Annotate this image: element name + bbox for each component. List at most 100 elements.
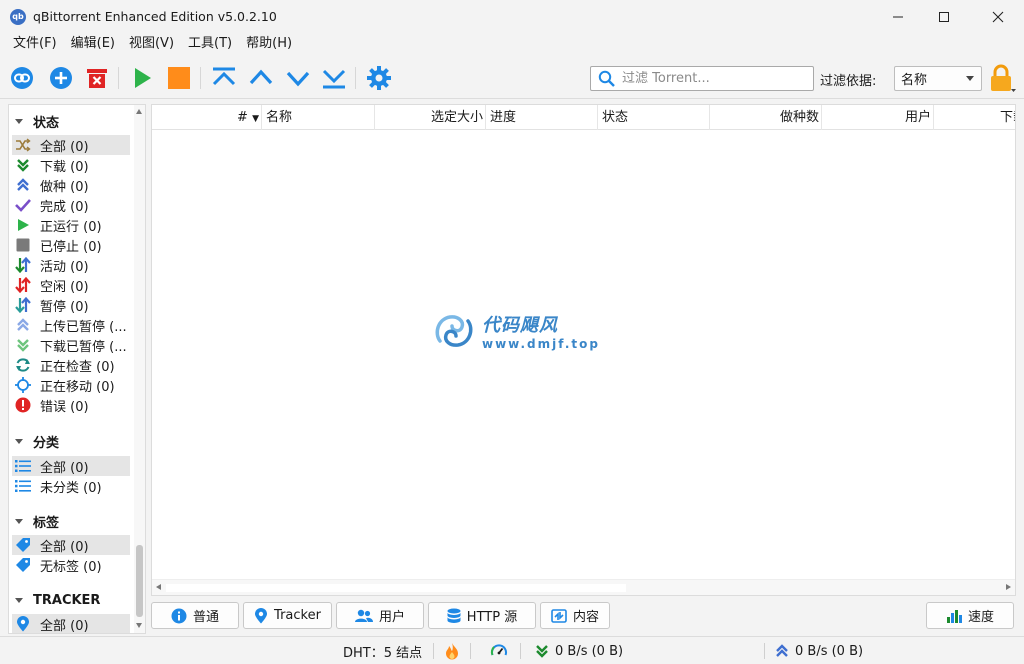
category-section-header[interactable]: 分类 bbox=[9, 431, 59, 451]
location-pin-icon bbox=[254, 607, 268, 624]
menu-file[interactable]: 文件(F) bbox=[6, 33, 64, 55]
options-button[interactable] bbox=[365, 64, 393, 92]
category-filter-all[interactable]: 全部 (0) bbox=[12, 456, 130, 476]
status-filter-upload-paused[interactable]: 上传已暂停 (... bbox=[12, 315, 130, 335]
status-filter-errored[interactable]: 错误 (0) bbox=[12, 395, 130, 415]
tracker-section-header[interactable]: TRACKER bbox=[9, 590, 100, 610]
move-up-button[interactable] bbox=[247, 64, 275, 92]
tag-filter-untagged[interactable]: 无标签 (0) bbox=[12, 555, 130, 575]
speed-limit-toggle-button[interactable] bbox=[490, 637, 508, 664]
tag-filter-all[interactable]: 全部 (0) bbox=[12, 535, 130, 555]
download-speed-status[interactable]: 0 B/s (0 B) bbox=[535, 637, 623, 664]
users-icon bbox=[354, 609, 373, 623]
torrent-table[interactable]: # ▼ 名称 选定大小 进度 状态 做种数 用户 下载 代码飓风 www.dmj… bbox=[151, 104, 1016, 596]
filter-select-value: 名称 bbox=[901, 73, 928, 88]
tab-http-sources[interactable]: HTTP 源 bbox=[428, 602, 536, 629]
status-filter-seeding[interactable]: 做种 (0) bbox=[12, 175, 130, 195]
menu-tools[interactable]: 工具(T) bbox=[181, 33, 239, 55]
watermark-title: 代码飓风 bbox=[482, 315, 558, 336]
close-icon bbox=[992, 11, 1004, 22]
move-down-button[interactable] bbox=[284, 64, 312, 92]
column-header-selected-size[interactable]: 选定大小 bbox=[375, 105, 486, 130]
menu-bar: 文件(F) 编辑(E) 视图(V) 工具(T) 帮助(H) bbox=[0, 33, 1024, 55]
column-header-progress[interactable]: 进度 bbox=[486, 105, 598, 130]
speedometer-icon bbox=[490, 644, 507, 656]
minimize-button[interactable] bbox=[875, 0, 921, 33]
status-filter-moving[interactable]: 正在移动 (0) bbox=[12, 375, 130, 395]
status-filter-all[interactable]: 全部 (0) bbox=[12, 135, 130, 155]
sidebar: 状态 全部 (0) 下载 (0) 做种 (0) 完成 (0) 正运行 (0) 已… bbox=[8, 104, 146, 634]
chevron-up-icon bbox=[249, 69, 273, 85]
tracker-filter-all[interactable]: 全部 (0) bbox=[12, 614, 130, 633]
toolbar: 过滤依据: 名称 bbox=[0, 57, 1024, 99]
column-header-status[interactable]: 状态 bbox=[598, 105, 710, 130]
category-filter-uncategorized[interactable]: 未分类 (0) bbox=[12, 476, 130, 496]
status-section-header[interactable]: 状态 bbox=[9, 111, 59, 131]
tab-content[interactable]: 内容 bbox=[540, 602, 610, 629]
link-icon bbox=[11, 67, 33, 89]
delete-torrent-button[interactable] bbox=[83, 64, 111, 92]
status-filter-stopped[interactable]: 已停止 (0) bbox=[12, 235, 130, 255]
status-filter-active[interactable]: 活动 (0) bbox=[12, 255, 130, 275]
double-chevron-up-icon bbox=[15, 177, 31, 193]
move-bottom-icon bbox=[322, 69, 346, 89]
stop-button[interactable] bbox=[165, 64, 193, 92]
upload-speed-status[interactable]: 0 B/s (0 B) bbox=[775, 637, 863, 664]
tab-general[interactable]: 普通 bbox=[151, 602, 239, 629]
window-title: qBittorrent Enhanced Edition v5.0.2.10 bbox=[33, 9, 277, 24]
delete-icon bbox=[87, 69, 107, 88]
add-torrent-file-button[interactable] bbox=[47, 64, 75, 92]
status-filter-checking[interactable]: 正在检查 (0) bbox=[12, 355, 130, 375]
search-icon bbox=[598, 70, 615, 87]
close-button[interactable] bbox=[975, 0, 1021, 33]
column-header-name[interactable]: 名称 bbox=[262, 105, 375, 130]
download-paused-icon bbox=[15, 337, 31, 353]
stop-square-icon bbox=[15, 237, 31, 253]
column-header-number[interactable]: # ▼ bbox=[152, 105, 262, 130]
dht-status: DHT：5 结点 bbox=[343, 645, 423, 661]
tab-peers[interactable]: 用户 bbox=[336, 602, 424, 629]
tab-speed[interactable]: 速度 bbox=[926, 602, 1014, 629]
up-down-arrows-blue-icon bbox=[15, 297, 31, 313]
lock-icon bbox=[991, 64, 1016, 92]
horizontal-scrollbar[interactable] bbox=[152, 579, 1015, 595]
tag-icon bbox=[15, 537, 31, 553]
search-input[interactable] bbox=[622, 71, 812, 86]
menu-view[interactable]: 视图(V) bbox=[122, 33, 181, 55]
start-button[interactable] bbox=[128, 64, 156, 92]
lock-button[interactable] bbox=[988, 63, 1016, 93]
column-header-download[interactable]: 下载 bbox=[934, 105, 1015, 130]
plus-circle-icon bbox=[50, 67, 72, 89]
menu-edit[interactable]: 编辑(E) bbox=[64, 33, 122, 55]
minimize-icon bbox=[893, 16, 903, 17]
maximize-button[interactable] bbox=[921, 0, 967, 33]
double-chevron-down-icon bbox=[15, 157, 31, 173]
menu-help[interactable]: 帮助(H) bbox=[239, 33, 299, 55]
info-icon bbox=[171, 608, 187, 624]
crosshair-icon bbox=[15, 377, 31, 393]
play-icon bbox=[15, 217, 31, 233]
move-to-bottom-button[interactable] bbox=[320, 64, 348, 92]
status-filter-completed[interactable]: 完成 (0) bbox=[12, 195, 130, 215]
location-pin-icon bbox=[15, 616, 31, 632]
tab-trackers[interactable]: Tracker bbox=[243, 602, 332, 629]
status-filter-inactive[interactable]: 空闲 (0) bbox=[12, 275, 130, 295]
column-header-seeds[interactable]: 做种数 bbox=[710, 105, 822, 130]
search-box[interactable] bbox=[590, 66, 814, 91]
status-filter-downloading[interactable]: 下载 (0) bbox=[12, 155, 130, 175]
filter-field-select[interactable]: 名称 bbox=[894, 66, 982, 91]
double-chevron-down-icon bbox=[536, 645, 548, 658]
add-torrent-link-button[interactable] bbox=[8, 64, 36, 92]
move-to-top-button[interactable] bbox=[210, 64, 238, 92]
connection-status-button[interactable] bbox=[445, 637, 459, 664]
status-filter-running[interactable]: 正运行 (0) bbox=[12, 215, 130, 235]
status-filter-download-paused[interactable]: 下载已暂停 (... bbox=[12, 335, 130, 355]
column-header-peers[interactable]: 用户 bbox=[822, 105, 934, 130]
status-filter-paused[interactable]: 暂停 (0) bbox=[12, 295, 130, 315]
status-bar: DHT：5 结点 0 B/s (0 B) 0 B/s (0 B) bbox=[0, 636, 1024, 664]
app-logo-icon: qb bbox=[10, 8, 26, 25]
database-icon bbox=[447, 608, 461, 624]
tag-section-header[interactable]: 标签 bbox=[9, 511, 59, 531]
stop-icon bbox=[168, 67, 190, 89]
sidebar-scrollbar[interactable] bbox=[134, 105, 145, 633]
